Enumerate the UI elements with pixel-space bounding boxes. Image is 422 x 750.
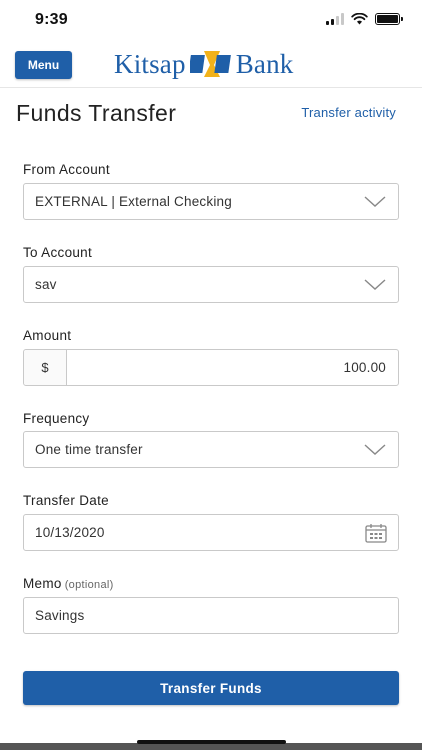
kitsap-bank-logo[interactable]: Kitsap Bank (114, 46, 294, 82)
memo-value: Savings (35, 608, 85, 623)
app-header: Menu Kitsap Bank (0, 40, 422, 88)
to-account-select[interactable]: sav (23, 266, 399, 303)
chevron-down-icon (364, 196, 386, 207)
transfer-funds-button[interactable]: Transfer Funds (23, 671, 399, 705)
amount-value: 100.00 (343, 360, 386, 375)
memo-label-text: Memo (23, 576, 62, 591)
status-bar: 9:39 (0, 0, 422, 40)
logo-text-right: Bank (235, 48, 294, 79)
bottom-bar (0, 743, 422, 750)
status-time: 9:39 (35, 11, 68, 28)
status-icons (326, 13, 403, 25)
from-account-label: From Account (23, 162, 110, 177)
chevron-down-icon (364, 444, 386, 455)
menu-button[interactable]: Menu (15, 51, 72, 79)
transfer-date-input[interactable]: 10/13/2020 (23, 514, 399, 551)
page-title: Funds Transfer (16, 100, 177, 126)
transfer-activity-link[interactable]: Transfer activity (301, 105, 396, 120)
from-account-select[interactable]: EXTERNAL | External Checking (23, 183, 399, 220)
battery-icon (375, 13, 403, 25)
home-indicator[interactable] (137, 740, 286, 744)
logo-text-left: Kitsap (114, 48, 186, 79)
from-account-value: EXTERNAL | External Checking (35, 194, 232, 209)
memo-input[interactable]: Savings (23, 597, 399, 634)
to-account-value: sav (35, 277, 57, 292)
amount-input[interactable]: $ 100.00 (23, 349, 399, 386)
calendar-icon[interactable] (365, 523, 387, 543)
memo-optional-text: (optional) (64, 579, 114, 591)
frequency-value: One time transfer (35, 442, 143, 457)
to-account-label: To Account (23, 245, 93, 260)
amount-label: Amount (23, 328, 72, 343)
memo-label: Memo (optional) (23, 576, 114, 591)
signal-icon (326, 13, 344, 25)
frequency-select[interactable]: One time transfer (23, 431, 399, 468)
title-row: Funds Transfer Transfer activity (0, 98, 422, 132)
currency-prefix: $ (24, 350, 67, 385)
logo-mark-icon (189, 51, 231, 77)
transfer-date-label: Transfer Date (23, 493, 109, 508)
wifi-icon (351, 13, 368, 25)
chevron-down-icon (364, 279, 386, 290)
transfer-date-value: 10/13/2020 (35, 525, 105, 540)
frequency-label: Frequency (23, 411, 90, 426)
